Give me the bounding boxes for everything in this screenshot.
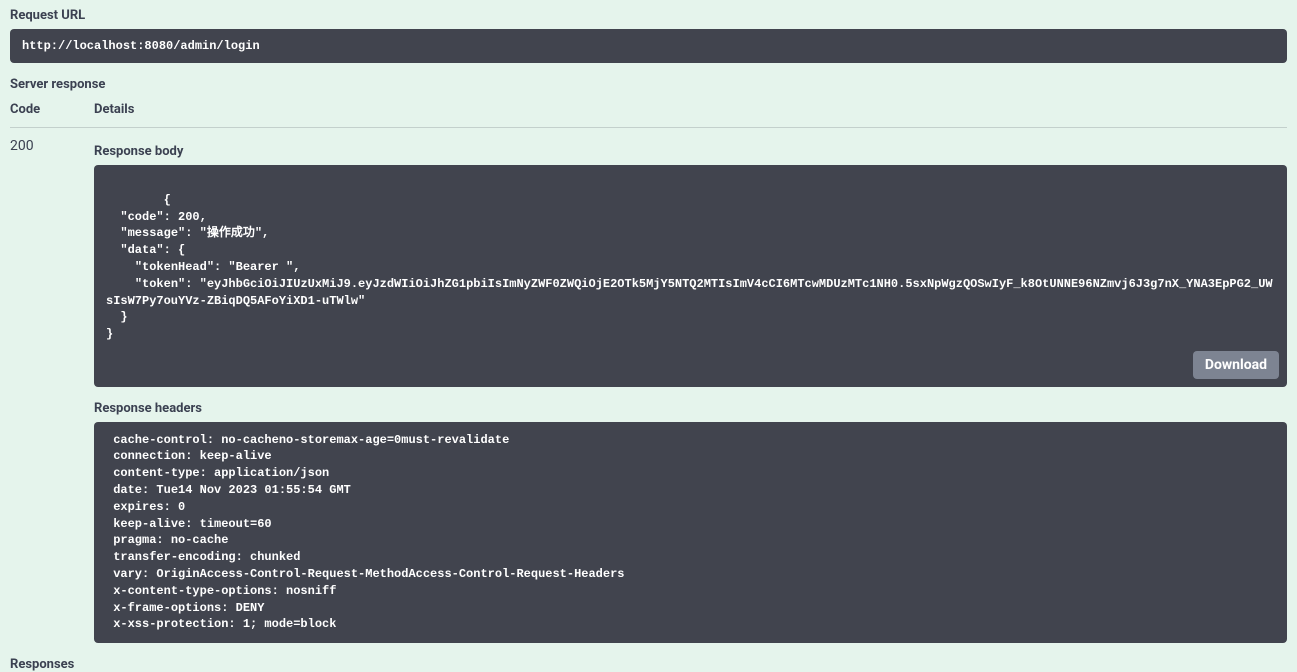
response-body-label: Response body [94,144,1287,159]
response-body-text: { "code": 200, "message": "操作成功", "data"… [106,193,1273,341]
code-column-header: Code [10,102,94,117]
request-url-value: http://localhost:8080/admin/login [10,29,1287,63]
response-headers-content: cache-control: no-cacheno-storemax-age=0… [94,422,1287,644]
request-url-label: Request URL [10,8,1287,23]
response-body-content: { "code": 200, "message": "操作成功", "data"… [94,165,1287,387]
response-header-row: Code Details [10,102,1287,128]
responses-label: Responses [10,657,1287,672]
status-code-cell: 200 [10,138,94,643]
response-data-row: 200 Response body { "code": 200, "messag… [10,138,1287,643]
server-response-label: Server response [10,77,1287,92]
status-code: 200 [10,138,34,154]
response-headers-label: Response headers [94,401,1287,416]
response-table: Code Details 200 Response body { "code":… [10,102,1287,643]
details-cell: Response body { "code": 200, "message": … [94,138,1287,643]
details-column-header: Details [94,102,1287,117]
download-button[interactable]: Download [1193,351,1279,379]
